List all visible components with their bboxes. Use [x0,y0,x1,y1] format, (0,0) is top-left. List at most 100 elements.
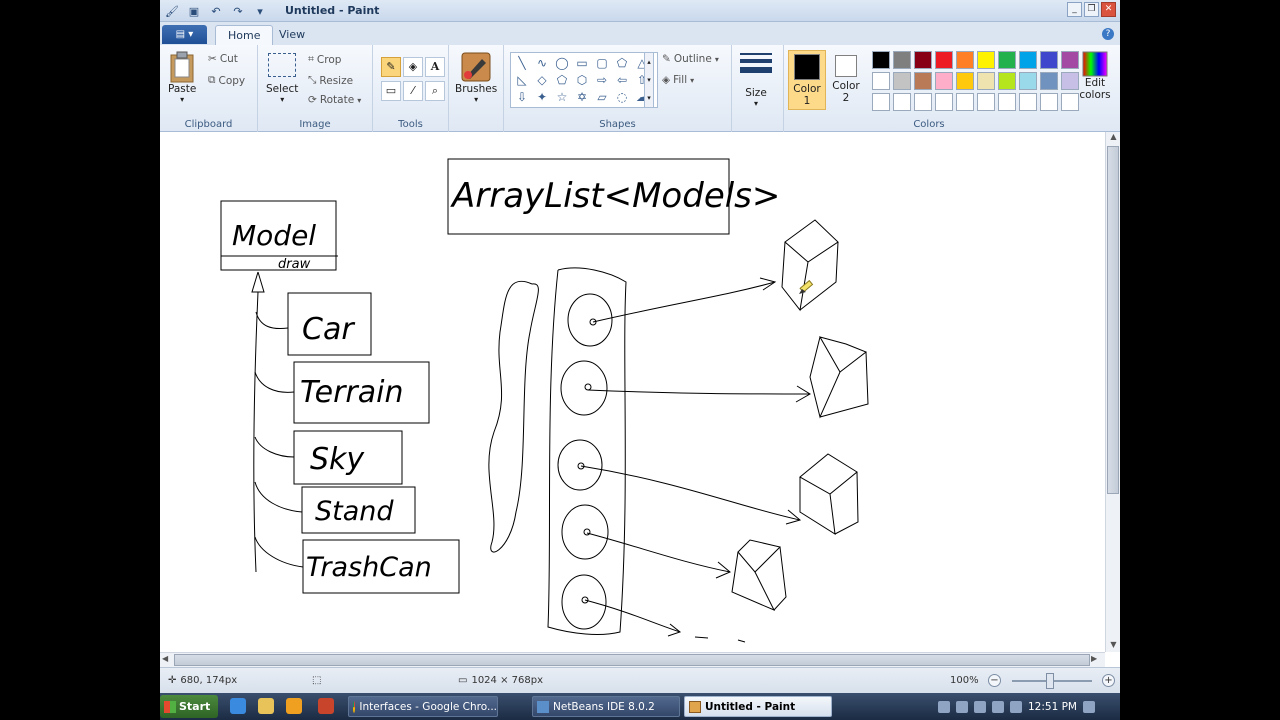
task-paint[interactable]: Untitled - Paint [684,696,832,717]
size-dropdown-icon[interactable]: ▾ [754,99,758,108]
tab-home[interactable]: Home [215,25,274,45]
start-button[interactable]: Start [160,695,218,718]
vertical-scrollbar[interactable]: ▲ ▼ [1105,132,1120,652]
palette-swatch[interactable] [998,51,1016,69]
paint-menu-button[interactable]: ▤ ▾ [162,25,207,44]
tray-arrow-icon[interactable] [938,700,950,713]
left-arrow-shape-icon[interactable]: ⇦ [613,72,631,89]
palette-swatch[interactable] [998,72,1016,90]
tray-flag-icon[interactable] [1010,700,1022,713]
line-shape-icon[interactable]: ╲ [513,55,531,72]
palette-swatch[interactable] [893,72,911,90]
media-player-icon[interactable] [286,698,302,714]
callout-rect-icon[interactable]: ▱ [593,89,611,106]
vertical-scroll-thumb[interactable] [1107,146,1119,494]
brushes-button[interactable]: Brushes ▾ [455,51,497,104]
explorer-icon[interactable] [258,698,274,714]
text-icon[interactable]: A [425,57,445,77]
outline-button[interactable]: ✎ Outline ▾ [662,53,719,65]
drawing-canvas[interactable]: ArrayList<Models> Model draw Car Terrain… [160,132,1105,652]
rotate-button[interactable]: ⟳ Rotate ▾ [308,94,361,106]
close-button[interactable]: ✕ [1101,2,1116,17]
palette-swatch[interactable] [1019,93,1037,111]
resize-button[interactable]: ⤡ Resize [308,74,353,87]
scroll-up-icon[interactable]: ▲ [1106,132,1121,144]
color-picker-icon[interactable]: ⁄ [403,81,423,101]
horizontal-scrollbar[interactable]: ◀ ▶ [160,652,1105,667]
palette-swatch[interactable] [956,93,974,111]
eraser-icon[interactable]: ▭ [381,81,401,101]
pencil-icon[interactable]: ✎ [381,57,401,77]
palette-swatch[interactable] [935,72,953,90]
palette-swatch[interactable] [872,72,890,90]
pentagon-shape-icon[interactable]: ⬠ [553,72,571,89]
save-icon[interactable]: ▣ [186,3,202,19]
curve-shape-icon[interactable]: ∿ [533,55,551,72]
palette-swatch[interactable] [977,93,995,111]
customize-icon[interactable]: ▾ [252,3,268,19]
palette-swatch[interactable] [872,93,890,111]
horizontal-scroll-thumb[interactable] [174,654,1090,666]
tray-volume-icon[interactable] [992,700,1004,713]
zoom-out-button[interactable]: − [988,674,1001,687]
oval-shape-icon[interactable]: ◯ [553,55,571,72]
fill-icon[interactable]: ◈ [403,57,423,77]
paste-button[interactable]: Paste ▾ [168,51,196,104]
size-button[interactable]: Size ▾ [740,53,772,108]
crop-button[interactable]: ⌗ Crop [308,53,341,66]
palette-swatch[interactable] [893,93,911,111]
fill-button[interactable]: ◈ Fill ▾ [662,74,694,86]
rounded-rectangle-shape-icon[interactable]: ▢ [593,55,611,72]
tray-battery-icon[interactable] [974,700,986,713]
hexagon-shape-icon[interactable]: ⬡ [573,72,591,89]
paint-app-icon[interactable]: 🖌 [164,3,180,19]
copy-button[interactable]: ⧉ Copy [208,74,245,87]
color2-button[interactable]: Color 2 [827,50,865,110]
minimize-button[interactable]: _ [1067,2,1082,17]
palette-swatch[interactable] [914,72,932,90]
down-arrow-shape-icon[interactable]: ⇩ [513,89,531,106]
zoom-slider-thumb[interactable] [1046,673,1054,689]
palette-swatch[interactable] [893,51,911,69]
palette-swatch[interactable] [1040,93,1058,111]
color1-button[interactable]: Color 1 [788,50,826,110]
select-dropdown-icon[interactable]: ▾ [280,95,284,104]
scroll-down-icon[interactable]: ▼ [1106,640,1121,652]
show-desktop-icon[interactable] [1083,700,1095,713]
clock[interactable]: 12:51 PM [1028,701,1077,713]
palette-swatch[interactable] [956,51,974,69]
brushes-dropdown-icon[interactable]: ▾ [474,95,478,104]
diamond-shape-icon[interactable]: ◇ [533,72,551,89]
help-icon[interactable]: ? [1102,28,1114,40]
shapes-scroll[interactable]: ▴ ▾ ▾ [644,52,654,108]
palette-swatch[interactable] [1040,72,1058,90]
right-triangle-shape-icon[interactable]: ◺ [513,72,531,89]
restore-button[interactable]: ❐ [1084,2,1099,17]
task-chrome[interactable]: Interfaces - Google Chro... [348,696,498,717]
select-button[interactable]: Select ▾ [266,53,298,104]
palette-swatch[interactable] [935,51,953,69]
tray-network-icon[interactable] [956,700,968,713]
zoom-in-button[interactable]: + [1102,674,1115,687]
magnifier-icon[interactable]: ⌕ [425,81,445,101]
right-arrow-shape-icon[interactable]: ⇨ [593,72,611,89]
palette-swatch[interactable] [1040,51,1058,69]
polygon-shape-icon[interactable]: ⬠ [613,55,631,72]
four-point-star-icon[interactable]: ✦ [533,89,551,106]
redo-icon[interactable]: ↷ [230,3,246,19]
scroll-right-icon[interactable]: ▶ [1091,654,1103,663]
palette-swatch[interactable] [1019,51,1037,69]
paste-dropdown-icon[interactable]: ▾ [180,95,184,104]
palette-swatch[interactable] [1019,72,1037,90]
palette-swatch[interactable] [977,51,995,69]
rectangle-shape-icon[interactable]: ▭ [573,55,591,72]
palette-swatch[interactable] [914,51,932,69]
scroll-left-icon[interactable]: ◀ [162,654,174,663]
palette-swatch[interactable] [935,93,953,111]
undo-icon[interactable]: ↶ [208,3,224,19]
palette-swatch[interactable] [872,51,890,69]
palette-swatch[interactable] [998,93,1016,111]
palette-swatch[interactable] [956,72,974,90]
tab-view[interactable]: View [267,25,317,45]
six-point-star-icon[interactable]: ✡ [573,89,591,106]
